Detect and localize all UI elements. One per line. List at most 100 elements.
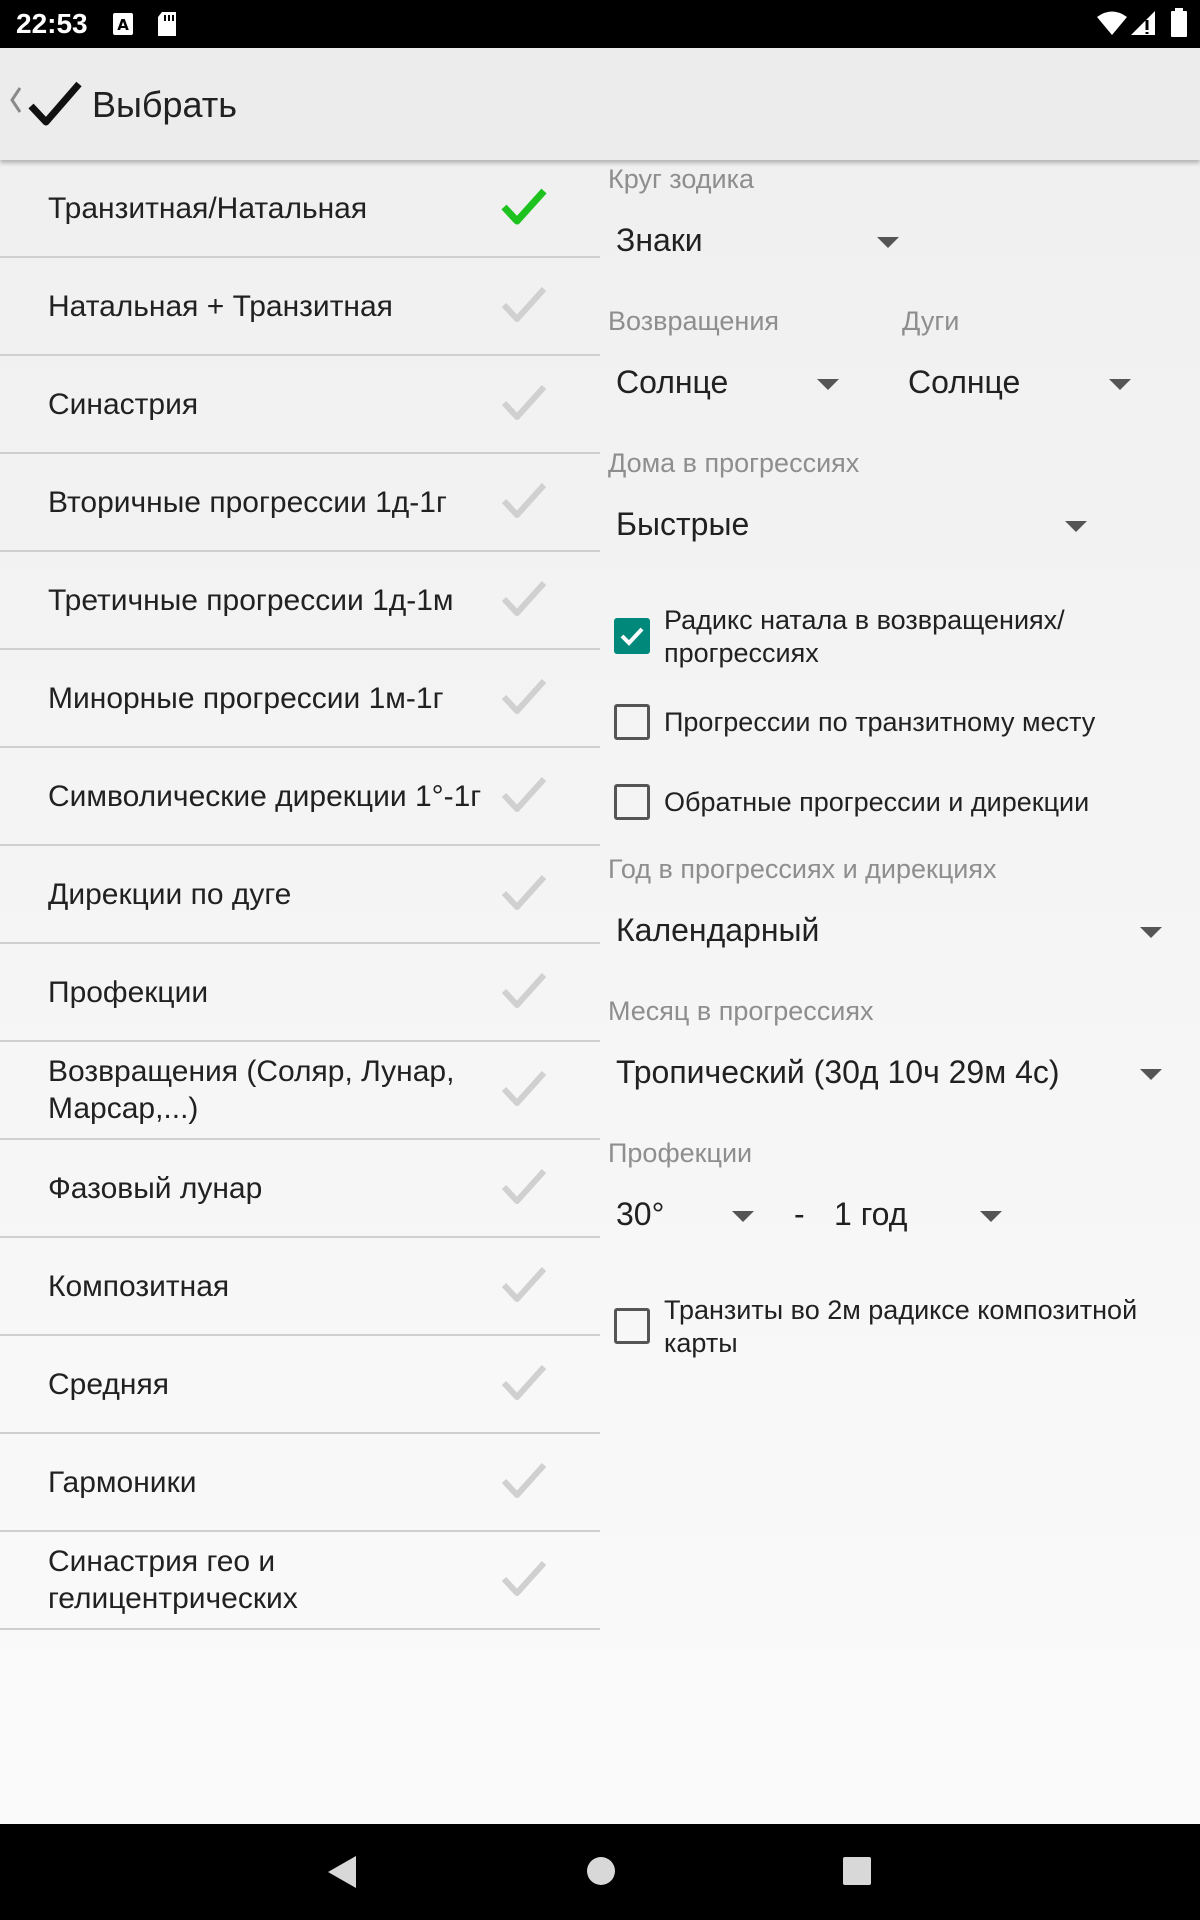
check-icon (500, 1557, 548, 1606)
dropdown-arrow-icon (1109, 379, 1131, 390)
text-a-icon: A (112, 12, 134, 41)
chart-type-list: Транзитная/Натальная Натальная + Транзит… (0, 160, 600, 1630)
composite-transits-checkbox[interactable] (614, 1308, 650, 1344)
dropdown-arrow-icon (1065, 521, 1087, 532)
list-item-label: Профекции (48, 975, 209, 1009)
returns-dropdown[interactable]: Солнце (600, 352, 850, 412)
zodiac-circle-label: Круг зодика (608, 164, 755, 194)
sd-card-icon (156, 11, 178, 42)
progression-houses-label: Дома в прогрессиях (608, 448, 860, 478)
list-item-label: Гармоники (48, 1465, 197, 1499)
dropdown-arrow-icon (732, 1211, 754, 1222)
list-item-label: Натальная + Транзитная (48, 289, 393, 323)
progression-month-dropdown[interactable]: Тропический (30д 10ч 29м 4с) (600, 1042, 1180, 1102)
check-icon (500, 969, 548, 1018)
nav-home-icon[interactable] (586, 1856, 616, 1891)
nav-recents-icon[interactable] (842, 1856, 872, 1891)
checkbox-check-icon (620, 627, 644, 646)
list-item-label: Дирекции по дуге (48, 877, 292, 911)
list-item[interactable]: Синастрия (0, 356, 600, 454)
dropdown-arrow-icon (980, 1211, 1002, 1222)
list-item[interactable]: Профекции (0, 944, 600, 1042)
profection-period-dropdown[interactable]: 1 год (818, 1184, 1018, 1244)
list-item[interactable]: Средняя (0, 1336, 600, 1434)
check-icon (500, 1361, 548, 1410)
check-icon (500, 871, 548, 920)
check-icon (500, 1165, 548, 1214)
list-item[interactable]: Минорные прогрессии 1м-1г (0, 650, 600, 748)
svg-text:A: A (117, 16, 129, 34)
returns-value: Солнце (616, 364, 729, 400)
profection-degree-dropdown[interactable]: 30° (600, 1184, 770, 1244)
list-item[interactable]: Возвращения (Соляр, Лунар, Марсар,...) (0, 1042, 600, 1140)
arcs-dropdown[interactable]: Солнце (892, 352, 1142, 412)
profection-separator: - (794, 1196, 805, 1232)
toolbar-title[interactable]: Выбрать (92, 84, 237, 126)
dropdown-arrow-icon (1140, 1069, 1162, 1080)
list-item-label: Третичные прогрессии 1д-1м (48, 583, 454, 617)
reverse-checkbox-label: Обратные прогрессии и дирекции (664, 787, 1090, 817)
signal-icon (1130, 10, 1156, 41)
list-item-label: Символические дирекции 1°-1г (48, 779, 482, 813)
list-item-label: Синастрия (48, 387, 199, 421)
list-item-label: Средняя (48, 1367, 169, 1401)
list-item[interactable]: Третичные прогрессии 1д-1м (0, 552, 600, 650)
dropdown-arrow-icon (1140, 927, 1162, 938)
progression-houses-dropdown[interactable]: Быстрые (600, 494, 1100, 554)
arcs-label: Дуги (902, 306, 960, 336)
toolbar: Выбрать (0, 48, 1200, 160)
progression-houses-value: Быстрые (616, 506, 750, 542)
list-item[interactable]: Композитная (0, 1238, 600, 1336)
list-item[interactable]: Дирекции по дуге (0, 846, 600, 944)
check-icon (500, 283, 548, 332)
status-time: 22:53 (16, 8, 88, 39)
progression-year-value: Календарный (616, 912, 820, 948)
radix-checkbox[interactable] (614, 618, 650, 654)
list-item[interactable]: Синастрия гео и гелицентрических (0, 1532, 600, 1630)
composite-transits-checkbox-label: Транзиты во 2м радиксе композитной карты (664, 1295, 1138, 1358)
returns-label: Возвращения (608, 306, 780, 336)
list-item[interactable]: Гармоники (0, 1434, 600, 1532)
radix-checkbox-label: Радикс натала в возвращениях/ прогрессия… (664, 605, 1065, 668)
check-icon (500, 1459, 548, 1508)
list-item-label: Фазовый лунар (48, 1171, 263, 1205)
status-bar: 22:53 A (0, 0, 1200, 48)
reverse-checkbox[interactable] (614, 784, 650, 820)
profections-label: Профекции (608, 1138, 753, 1168)
list-item[interactable]: Натальная + Транзитная (0, 258, 600, 356)
transit-place-checkbox-label: Прогрессии по транзитному месту (664, 707, 1096, 737)
list-item-label: Вторичные прогрессии 1д-1г (48, 485, 447, 519)
check-icon (500, 381, 548, 430)
chevron-left-icon[interactable] (8, 84, 22, 121)
dropdown-arrow-icon (817, 379, 839, 390)
zodiac-circle-dropdown[interactable]: Знаки (600, 210, 910, 270)
nav-back-icon[interactable] (326, 1854, 358, 1895)
check-selected-icon (500, 185, 548, 234)
progression-year-dropdown[interactable]: Календарный (600, 900, 1180, 960)
wifi-icon (1096, 10, 1128, 41)
list-item[interactable]: Вторичные прогрессии 1д-1г (0, 454, 600, 552)
dropdown-arrow-icon (877, 237, 899, 248)
list-item-label: Возвращения (Соляр, Лунар, Марсар,...) (48, 1055, 455, 1125)
list-item[interactable]: Фазовый лунар (0, 1140, 600, 1238)
progression-month-label: Месяц в прогрессиях (608, 996, 874, 1026)
list-item-label: Композитная (48, 1269, 230, 1303)
check-icon (500, 577, 548, 626)
list-item[interactable]: Символические дирекции 1°-1г (0, 748, 600, 846)
check-icon (500, 675, 548, 724)
battery-icon (1170, 8, 1188, 43)
progression-year-label: Год в прогрессиях и дирекциях (608, 854, 997, 884)
check-icon[interactable] (28, 80, 82, 133)
profection-degree-value: 30° (616, 1196, 665, 1232)
transit-place-checkbox[interactable] (614, 704, 650, 740)
check-icon (500, 479, 548, 528)
progression-month-value: Тропический (30д 10ч 29м 4с) (616, 1054, 1060, 1090)
navigation-bar (0, 1824, 1200, 1920)
list-item-label: Транзитная/Натальная (48, 191, 368, 225)
list-item-label: Минорные прогрессии 1м-1г (48, 681, 444, 715)
check-icon (500, 1263, 548, 1312)
zodiac-circle-value: Знаки (616, 222, 703, 258)
list-item[interactable]: Транзитная/Натальная (0, 160, 600, 258)
arcs-value: Солнце (908, 364, 1021, 400)
check-icon (500, 1067, 548, 1116)
